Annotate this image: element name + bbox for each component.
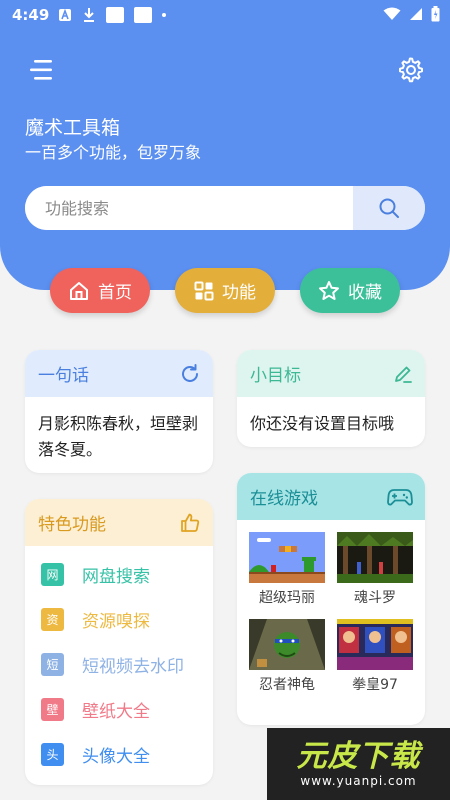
search-input[interactable] [25, 186, 353, 230]
feature-badge: 网 [41, 563, 64, 586]
game-super-mario[interactable]: 超级玛丽 [249, 532, 325, 613]
notification-dot-icon [162, 13, 166, 17]
app-title: 魔术工具箱 [25, 117, 121, 139]
feature-badge: 资 [41, 608, 64, 631]
status-bar: 4:49 [0, 0, 450, 30]
refresh-icon[interactable] [179, 363, 201, 385]
download-icon [84, 8, 94, 22]
feature-label: 网盘搜索 [82, 567, 150, 587]
goal-text: 你还没有设置目标哦 [250, 414, 395, 433]
nav-favorites-button[interactable]: 收藏 [300, 268, 400, 313]
signal-icon [410, 8, 422, 20]
quote-card: 一句话 月影积陈春秋，垣壁剥落冬夏。 [25, 350, 213, 473]
nav-functions-button[interactable]: 功能 [175, 268, 275, 313]
feature-item-video-watermark[interactable]: 短 短视频去水印 [25, 642, 213, 687]
goal-card: 小目标 你还没有设置目标哦 [237, 350, 425, 447]
thumbs-up-icon [181, 513, 200, 532]
features-card-header: 特色功能 [25, 499, 213, 546]
app-screen: 4:49 魔术工具箱 一百多个功能，包罗万象 功能搜索 首页 功能 收藏 一句话… [0, 0, 450, 800]
game-thumbnail [337, 619, 413, 670]
game-contra[interactable]: 魂斗罗 [337, 532, 413, 613]
wifi-icon [383, 7, 401, 20]
game-thumbnail [249, 619, 325, 670]
games-card-header: 在线游戏 [237, 473, 425, 520]
gear-icon [399, 57, 423, 83]
search-button[interactable] [353, 186, 425, 230]
notification-a-icon [59, 8, 71, 21]
feature-label: 头像大全 [82, 747, 150, 767]
menu-button[interactable] [28, 58, 54, 82]
quote-text: 月影积陈春秋，垣壁剥落冬夏。 [38, 414, 199, 459]
system-icons [383, 6, 440, 22]
feature-label: 壁纸大全 [82, 702, 150, 722]
menu-icon [30, 60, 52, 80]
game-thumbnail [249, 532, 325, 583]
game-ninja-turtles[interactable]: 忍者神龟 [249, 619, 325, 700]
feature-item-avatars[interactable]: 头 头像大全 [25, 732, 213, 777]
gamepad-icon [387, 488, 413, 505]
search-icon [379, 198, 399, 218]
game-name: 魂斗罗 [354, 590, 396, 606]
notification-square-icon [134, 7, 152, 23]
nav-favorites-label: 收藏 [348, 283, 382, 303]
features-list: 网 网盘搜索 资 资源嗅探 短 短视频去水印 壁 壁纸大全 头 头像大全 [25, 546, 213, 777]
settings-button[interactable] [396, 56, 424, 84]
notification-square-icon [106, 7, 124, 23]
goal-card-title: 小目标 [250, 366, 301, 386]
notification-icons [58, 7, 166, 23]
goal-card-header: 小目标 [237, 350, 425, 397]
star-icon [319, 280, 339, 300]
site-watermark: 元皮下载 www.yuanpi.com [267, 728, 450, 800]
battery-icon [431, 6, 440, 22]
nav-home-label: 首页 [98, 283, 132, 303]
games-card: 在线游戏 超级玛丽 魂斗罗 忍者神龟 拳皇97 [237, 473, 425, 725]
feature-badge: 头 [41, 743, 64, 766]
feature-badge: 壁 [41, 698, 64, 721]
feature-item-netdisk-search[interactable]: 网 网盘搜索 [25, 552, 213, 597]
search-bar [25, 186, 425, 230]
watermark-logo-text: 元皮下载 [296, 739, 421, 774]
game-name: 拳皇97 [352, 677, 398, 693]
watermark-url: www.yuanpi.com [300, 774, 417, 788]
quote-card-title: 一句话 [38, 366, 89, 386]
feature-item-resource-sniff[interactable]: 资 资源嗅探 [25, 597, 213, 642]
game-thumbnail [337, 532, 413, 583]
nav-home-button[interactable]: 首页 [50, 268, 150, 313]
grid-icon [194, 281, 214, 300]
edit-icon[interactable] [393, 364, 413, 384]
home-icon [70, 281, 88, 300]
feature-label: 资源嗅探 [82, 612, 150, 632]
game-name: 超级玛丽 [259, 590, 315, 606]
games-card-title: 在线游戏 [250, 489, 318, 509]
feature-badge: 短 [41, 653, 64, 676]
header-panel: 4:49 魔术工具箱 一百多个功能，包罗万象 [0, 0, 450, 290]
nav-functions-label: 功能 [222, 283, 256, 303]
feature-label: 短视频去水印 [82, 657, 184, 677]
game-name: 忍者神龟 [259, 677, 315, 693]
app-subtitle: 一百多个功能，包罗万象 [25, 143, 202, 162]
features-card: 特色功能 网 网盘搜索 资 资源嗅探 短 短视频去水印 壁 壁纸大全 头 头像大 [25, 499, 213, 785]
game-kof97[interactable]: 拳皇97 [337, 619, 413, 700]
status-time: 4:49 [12, 6, 50, 24]
quote-card-header: 一句话 [25, 350, 213, 397]
feature-item-wallpapers[interactable]: 壁 壁纸大全 [25, 687, 213, 732]
games-grid: 超级玛丽 魂斗罗 忍者神龟 拳皇97 [237, 520, 425, 706]
features-card-title: 特色功能 [38, 515, 106, 535]
